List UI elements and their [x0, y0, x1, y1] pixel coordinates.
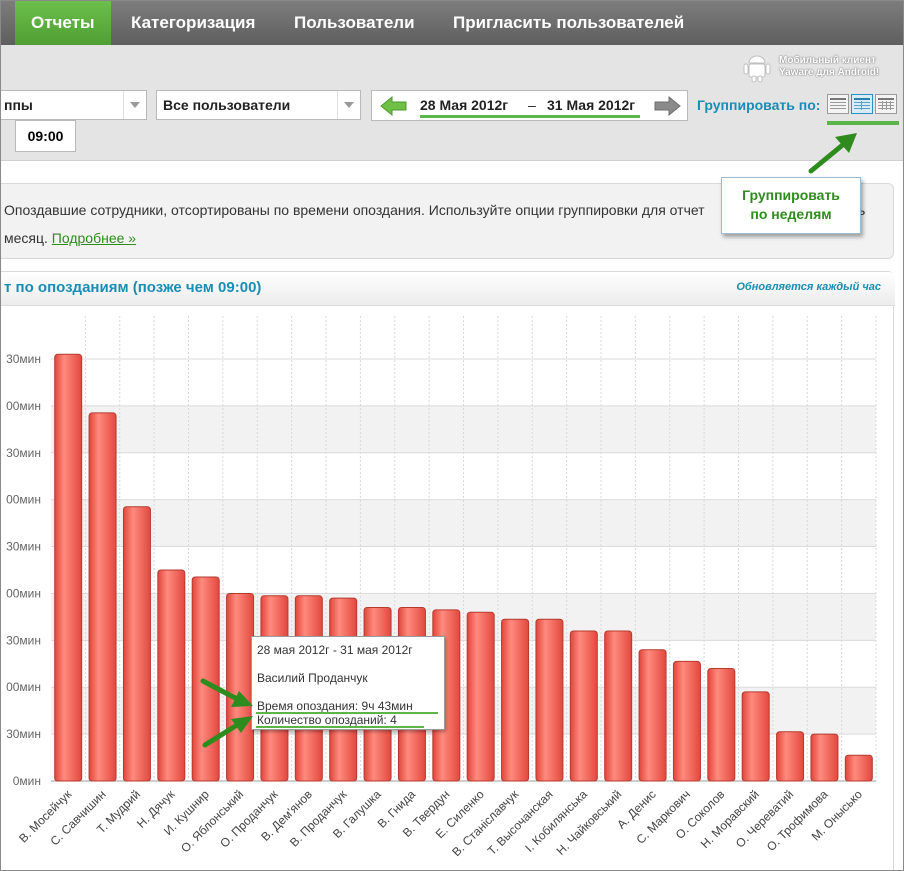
chart-bar[interactable]: [535, 618, 564, 782]
app-frame: Отчеты Категоризация Пользователи Пригла…: [0, 0, 904, 871]
chart-bar[interactable]: [122, 506, 151, 782]
tooltip-user-name: Василий Проданчук: [257, 671, 368, 685]
chart-bar[interactable]: [604, 630, 633, 782]
y-tick-label: 30мин: [6, 446, 41, 460]
tooltip-highlight-underline: [256, 726, 424, 728]
y-tick-label: 00мин: [6, 399, 41, 413]
y-tick-label: 30мин: [6, 352, 41, 366]
chart-bar[interactable]: [54, 353, 83, 782]
y-tick-label: 00мин: [6, 586, 41, 600]
chart-bar[interactable]: [707, 667, 736, 782]
annotation-arrows-icon: [200, 678, 253, 748]
y-tick-label: 00мин: [6, 680, 41, 694]
chart-bar[interactable]: [741, 691, 770, 782]
bar-tooltip: 28 мая 2012г - 31 мая 2012г Василий Прод…: [251, 636, 445, 730]
tooltip-late-time: Время опоздания: 9ч 43мин: [257, 699, 413, 713]
chart-bar[interactable]: [501, 618, 530, 782]
chart-bar[interactable]: [844, 754, 873, 782]
late-arrivals-chart: 0мин 30мин 00мин 30мин 00мин 30мин 00мин 30мин 0…: [6, 316, 877, 859]
y-tick-label: 30мин: [6, 633, 41, 647]
chart-bar[interactable]: [810, 733, 839, 782]
chart-bar[interactable]: [672, 660, 701, 782]
tooltip-late-count: Количество опозданий: 4: [257, 713, 397, 727]
grid-band: [51, 499, 876, 547]
chart-bar[interactable]: [569, 630, 598, 782]
tooltip-date-range: 28 мая 2012г - 31 мая 2012г: [257, 643, 413, 657]
chart-bar[interactable]: [638, 649, 667, 782]
chart-bar[interactable]: [466, 611, 495, 782]
chart-bar[interactable]: [88, 412, 117, 782]
chart-bar[interactable]: [157, 569, 186, 782]
y-tick-label: 00мин: [6, 493, 41, 507]
y-tick-label: 0мин: [13, 774, 41, 788]
y-tick-label: 30мин: [6, 727, 41, 741]
chart-bar[interactable]: [776, 731, 805, 782]
y-tick-label: 30мин: [6, 540, 41, 554]
tooltip-highlight-underline: [256, 712, 438, 714]
